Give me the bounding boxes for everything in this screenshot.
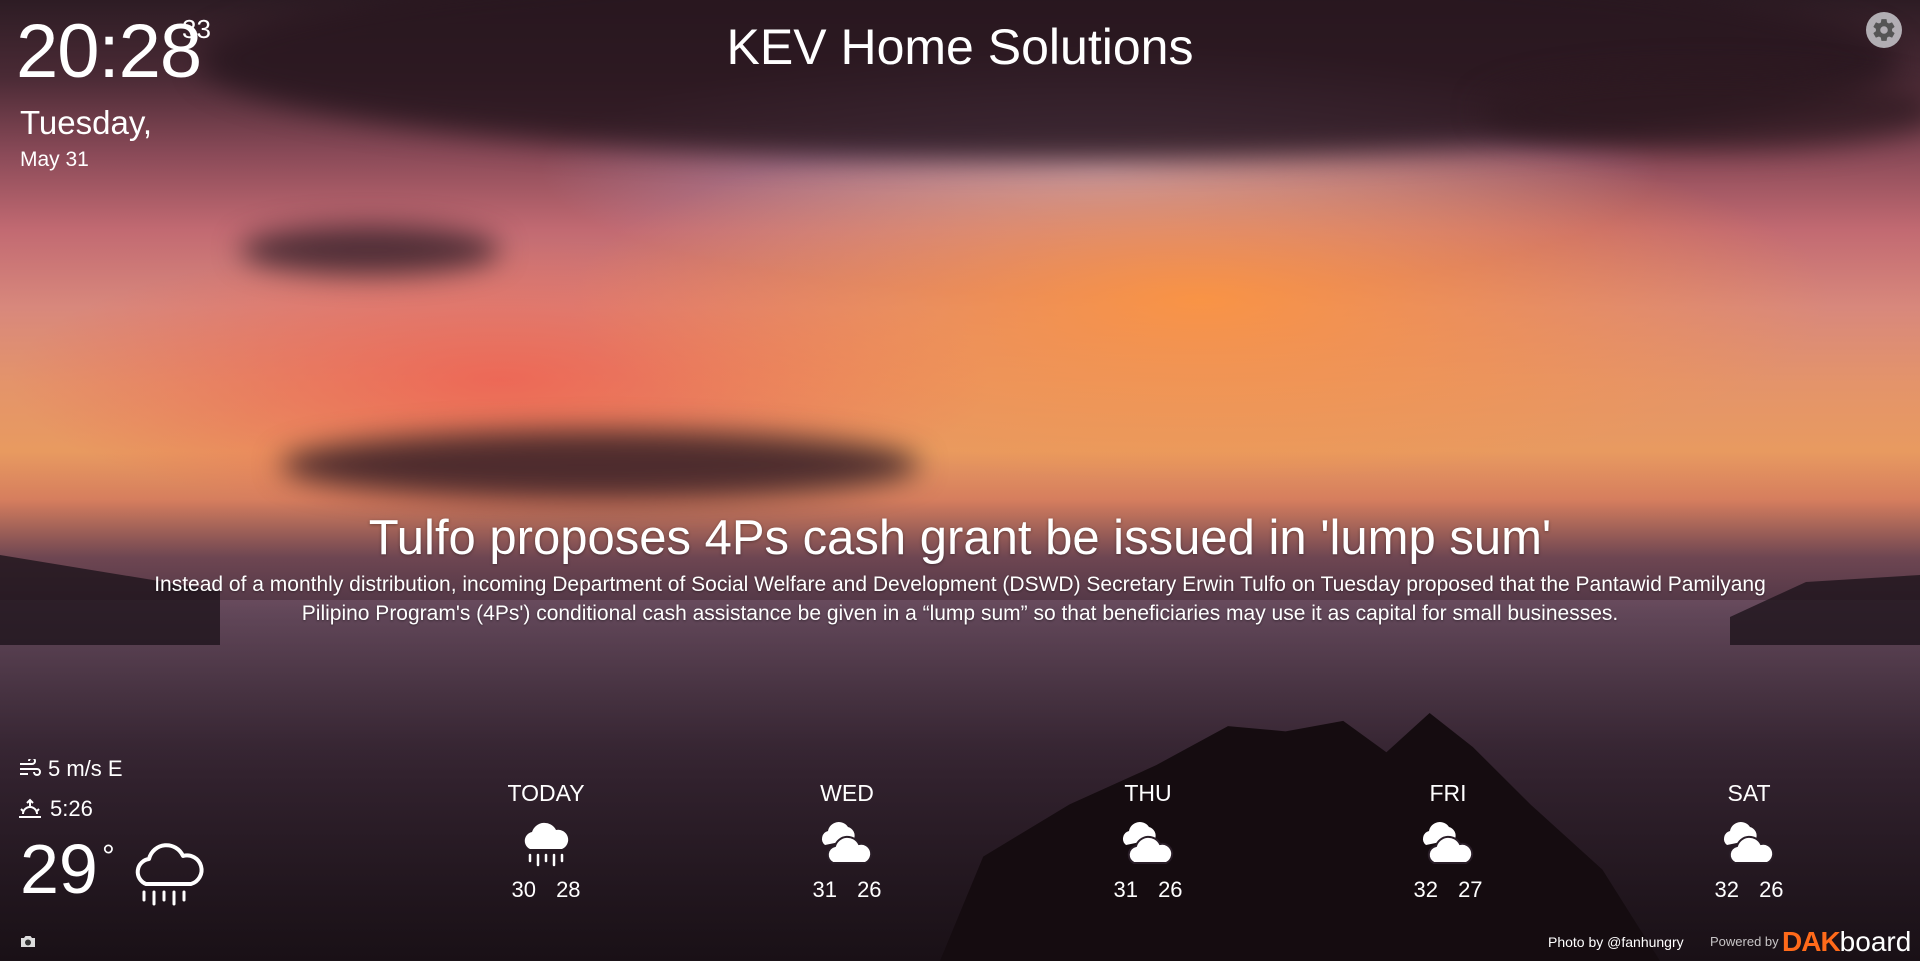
background-photo: 20:28 33 Tuesday, May 31 KEV Home Soluti… [0, 0, 1920, 961]
forecast-day-label: TODAY [507, 780, 585, 806]
dakboard-logo[interactable]: DAK board [1782, 926, 1911, 958]
forecast-low: 28 [556, 877, 581, 902]
clock-weekday: Tuesday, [20, 104, 153, 141]
news-ticker[interactable]: Tulfo proposes 4Ps cash grant be issued … [140, 510, 1780, 628]
powered-by-label: Powered by [1710, 934, 1779, 949]
photo-credit[interactable]: Photo by @fanhungry [1548, 934, 1684, 950]
news-summary: Instead of a monthly distribution, incom… [154, 573, 1766, 626]
gear-icon [1873, 19, 1895, 41]
cloudy-icon [1723, 822, 1775, 864]
forecast-day-label: WED [820, 780, 874, 806]
logo-part-dak: DAK [1782, 926, 1841, 957]
wind-icon [20, 759, 41, 776]
wind-value: 5 m/s E [48, 756, 123, 781]
rain-cloud-icon [524, 822, 569, 867]
cloudy-icon [1422, 822, 1474, 864]
cloud-shape [240, 225, 500, 275]
forecast-day: TODAY 30 28 [476, 780, 616, 903]
forecast-day-label: SAT [1727, 780, 1771, 806]
current-condition [130, 838, 206, 915]
wind-readout: 5 m/s E [18, 756, 123, 782]
forecast-high: 32 [1413, 877, 1438, 902]
cloud-shape [280, 430, 920, 500]
forecast-low: 26 [1158, 877, 1183, 902]
sunrise-readout: 5:26 [18, 796, 93, 822]
forecast-day: THU 31 26 [1078, 780, 1218, 903]
forecast-day-label: FRI [1429, 780, 1467, 806]
photo-info-button[interactable] [20, 934, 36, 953]
cloudy-icon [821, 822, 873, 864]
fog-layer [0, 600, 1920, 960]
rain-cloud-icon [135, 843, 204, 906]
sunrise-time: 5:26 [50, 796, 93, 821]
cloud-shape [1480, 70, 1920, 150]
forecast-high: 32 [1714, 877, 1739, 902]
logo-part-board: board [1839, 926, 1912, 957]
news-headline[interactable]: Tulfo proposes 4Ps cash grant be issued … [140, 510, 1780, 566]
forecast-day: FRI 32 27 [1378, 780, 1518, 903]
camera-icon [21, 936, 35, 947]
forecast-high: 31 [1113, 877, 1138, 902]
forecast-day: WED 31 26 [777, 780, 917, 903]
page-title: KEV Home Solutions [726, 19, 1194, 75]
settings-button[interactable] [1866, 12, 1902, 48]
forecast-high: 31 [812, 877, 837, 902]
degree-symbol: ° [102, 838, 115, 874]
forecast-day: SAT 32 26 [1679, 780, 1819, 903]
forecast-day-label: THU [1124, 780, 1172, 806]
current-temperature: 29 [20, 830, 98, 908]
forecast-low: 27 [1458, 877, 1483, 902]
forecast-low: 26 [857, 877, 882, 902]
clock-date: May 31 [20, 148, 89, 171]
sunrise-icon [19, 798, 41, 818]
forecast-high: 30 [511, 877, 536, 902]
cloudy-icon [1122, 822, 1174, 864]
forecast-low: 26 [1759, 877, 1784, 902]
